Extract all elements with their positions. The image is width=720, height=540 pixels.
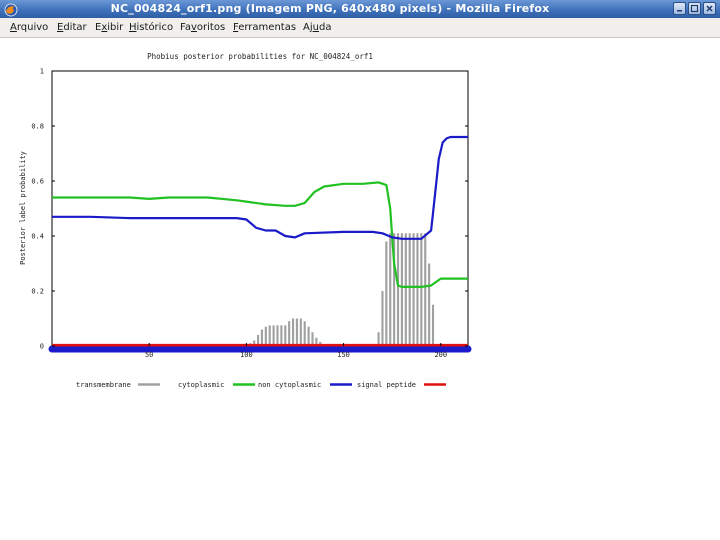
legend-label: transmembrane [76,381,131,389]
minimize-button[interactable] [673,2,686,15]
menu-bar: Arquivo Editar Exibir Histórico Favorito… [0,18,720,38]
transmembrane-bar [295,318,299,346]
window-title: NC_004824_orf1.png (Imagem PNG, 640x480 … [110,2,550,15]
menu-favoritos[interactable]: Favoritos [180,22,225,33]
transmembrane-bar [291,318,295,346]
transmembrane-bar [404,233,407,346]
close-icon [706,5,713,12]
legend-label: non cytoplasmic [258,381,321,389]
y-tick-label: 0 [40,343,44,351]
page-content: Phobius posterior probabilities for NC_0… [0,38,720,540]
menu-ferramentas[interactable]: Ferramentas [233,22,296,33]
transmembrane-bar [260,329,264,346]
y-axis-label: Posterior label probability [19,151,27,265]
y-tick-label: 0.8 [31,123,44,131]
transmembrane-bar [303,321,306,346]
transmembrane-bar [264,326,267,346]
maximize-button[interactable] [688,2,701,15]
legend-label: cytoplasmic [178,381,224,389]
close-button[interactable] [703,2,716,15]
x-tick-label: 50 [145,351,153,359]
transmembrane-bar [280,325,283,346]
transmembrane-bar [420,233,423,346]
minimize-icon [677,10,682,12]
transmembrane-bar [408,233,411,346]
transmembrane-bar [299,318,302,346]
transmembrane-bar [416,233,419,346]
transmembrane-bar [424,233,427,346]
menu-ajuda[interactable]: Ajuda [303,22,331,33]
transmembrane-bar [396,233,400,346]
menu-arquivo[interactable]: Arquivo [10,22,48,33]
transmembrane-bar [389,233,392,346]
chart-title: Phobius posterior probabilities for NC_0… [147,52,373,61]
legend-label: signal peptide [357,381,416,389]
y-tick-label: 0.4 [31,233,44,241]
menu-editar[interactable]: Editar [57,22,87,33]
phobius-chart: Phobius posterior probabilities for NC_0… [19,52,472,389]
transmembrane-bar [412,233,415,346]
transmembrane-bar [400,233,403,346]
transmembrane-bar [284,325,287,346]
x-tick-label: 150 [337,351,350,359]
y-tick-label: 0.6 [31,178,44,186]
transmembrane-bar [272,325,275,346]
transmembrane-bar [431,304,435,346]
x-tick-label: 200 [434,351,447,359]
transmembrane-bar [288,321,291,346]
transmembrane-bar [268,325,271,346]
menu-exibir[interactable]: Exibir [95,22,123,33]
transmembrane-bar [385,241,388,346]
transmembrane-bar [381,291,384,346]
maximize-icon [690,4,699,13]
transmembrane-bar [276,325,279,346]
window-title-bar[interactable]: NC_004824_orf1.png (Imagem PNG, 640x480 … [0,0,720,19]
x-tick-label: 100 [240,351,253,359]
transmembrane-bar [428,263,431,346]
y-tick-label: 1 [40,68,44,76]
y-tick-label: 0.2 [31,288,44,296]
transmembrane-bar [307,326,310,346]
menu-historico[interactable]: Histórico [129,22,173,33]
